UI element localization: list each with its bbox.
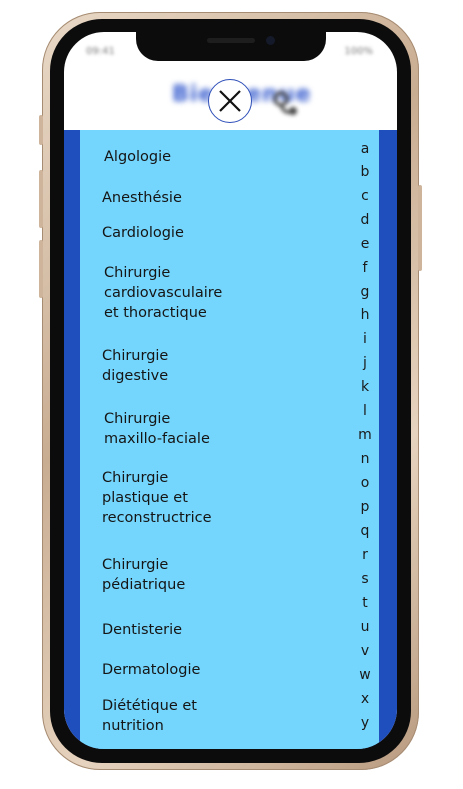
index-letter-q[interactable]: q (350, 523, 380, 539)
list-item-anesthesie[interactable]: Anesthésie (102, 188, 182, 208)
volume-up-button (39, 170, 43, 228)
specialty-panel: Algologie Anesthésie Cardiologie Chirurg… (64, 130, 397, 749)
list-item-chirurgie-pediatrique[interactable]: Chirurgie pédiatrique (102, 555, 185, 595)
index-letter-g[interactable]: g (350, 284, 380, 300)
index-letter-x[interactable]: x (350, 691, 380, 707)
index-letter-a[interactable]: a (350, 141, 380, 157)
index-letter-n[interactable]: n (350, 451, 380, 467)
volume-down-button (39, 240, 43, 298)
front-camera (266, 36, 275, 45)
index-letter-e[interactable]: e (350, 236, 380, 252)
index-letter-d[interactable]: d (350, 212, 380, 228)
list-item-chirurgie-maxillo-faciale[interactable]: Chirurgie maxillo-faciale (104, 409, 210, 449)
index-letter-r[interactable]: r (350, 547, 380, 563)
index-letter-s[interactable]: s (350, 571, 380, 587)
index-letter-h[interactable]: h (350, 307, 380, 323)
status-time: 09:41 (86, 46, 115, 57)
status-battery: 100% (344, 46, 373, 57)
list-item-dentisterie[interactable]: Dentisterie (102, 620, 182, 640)
index-letter-u[interactable]: u (350, 619, 380, 635)
index-letter-f[interactable]: f (350, 260, 380, 276)
index-letter-i[interactable]: i (350, 331, 380, 347)
index-letter-m[interactable]: m (350, 427, 380, 443)
index-letter-o[interactable]: o (350, 475, 380, 491)
specialty-list[interactable]: Algologie Anesthésie Cardiologie Chirurg… (80, 130, 379, 749)
list-item-cardiologie[interactable]: Cardiologie (102, 223, 184, 243)
close-button[interactable] (208, 79, 252, 123)
power-button (418, 185, 422, 271)
list-item-chirurgie-plastique[interactable]: Chirurgie plastique et reconstructrice (102, 468, 212, 528)
index-letter-t[interactable]: t (350, 595, 380, 611)
list-item-algologie[interactable]: Algologie (104, 147, 171, 167)
phone-screen: 09:41 100% Bienvenue Algologie Anesthési… (64, 32, 397, 749)
index-letter-l[interactable]: l (350, 403, 380, 419)
earpiece-speaker (207, 38, 255, 43)
index-letter-p[interactable]: p (350, 499, 380, 515)
list-item-chirurgie-cardiovasculaire[interactable]: Chirurgie cardiovasculaire et thoractiqu… (104, 263, 222, 323)
index-letter-w[interactable]: w (350, 667, 380, 683)
index-letter-b[interactable]: b (350, 164, 380, 180)
mute-switch (39, 115, 43, 145)
phone-notch (136, 31, 326, 61)
index-letter-v[interactable]: v (350, 643, 380, 659)
stethoscope-icon (273, 91, 297, 115)
index-letter-y[interactable]: y (350, 715, 380, 731)
index-letter-j[interactable]: j (350, 355, 380, 371)
index-letter-c[interactable]: c (350, 188, 380, 204)
index-letter-k[interactable]: k (350, 379, 380, 395)
list-item-chirurgie-digestive[interactable]: Chirurgie digestive (102, 346, 168, 386)
close-icon (219, 90, 241, 112)
list-item-dietetique-nutrition[interactable]: Diététique et nutrition (102, 696, 197, 736)
list-item-dermatologie[interactable]: Dermatologie (102, 660, 200, 680)
